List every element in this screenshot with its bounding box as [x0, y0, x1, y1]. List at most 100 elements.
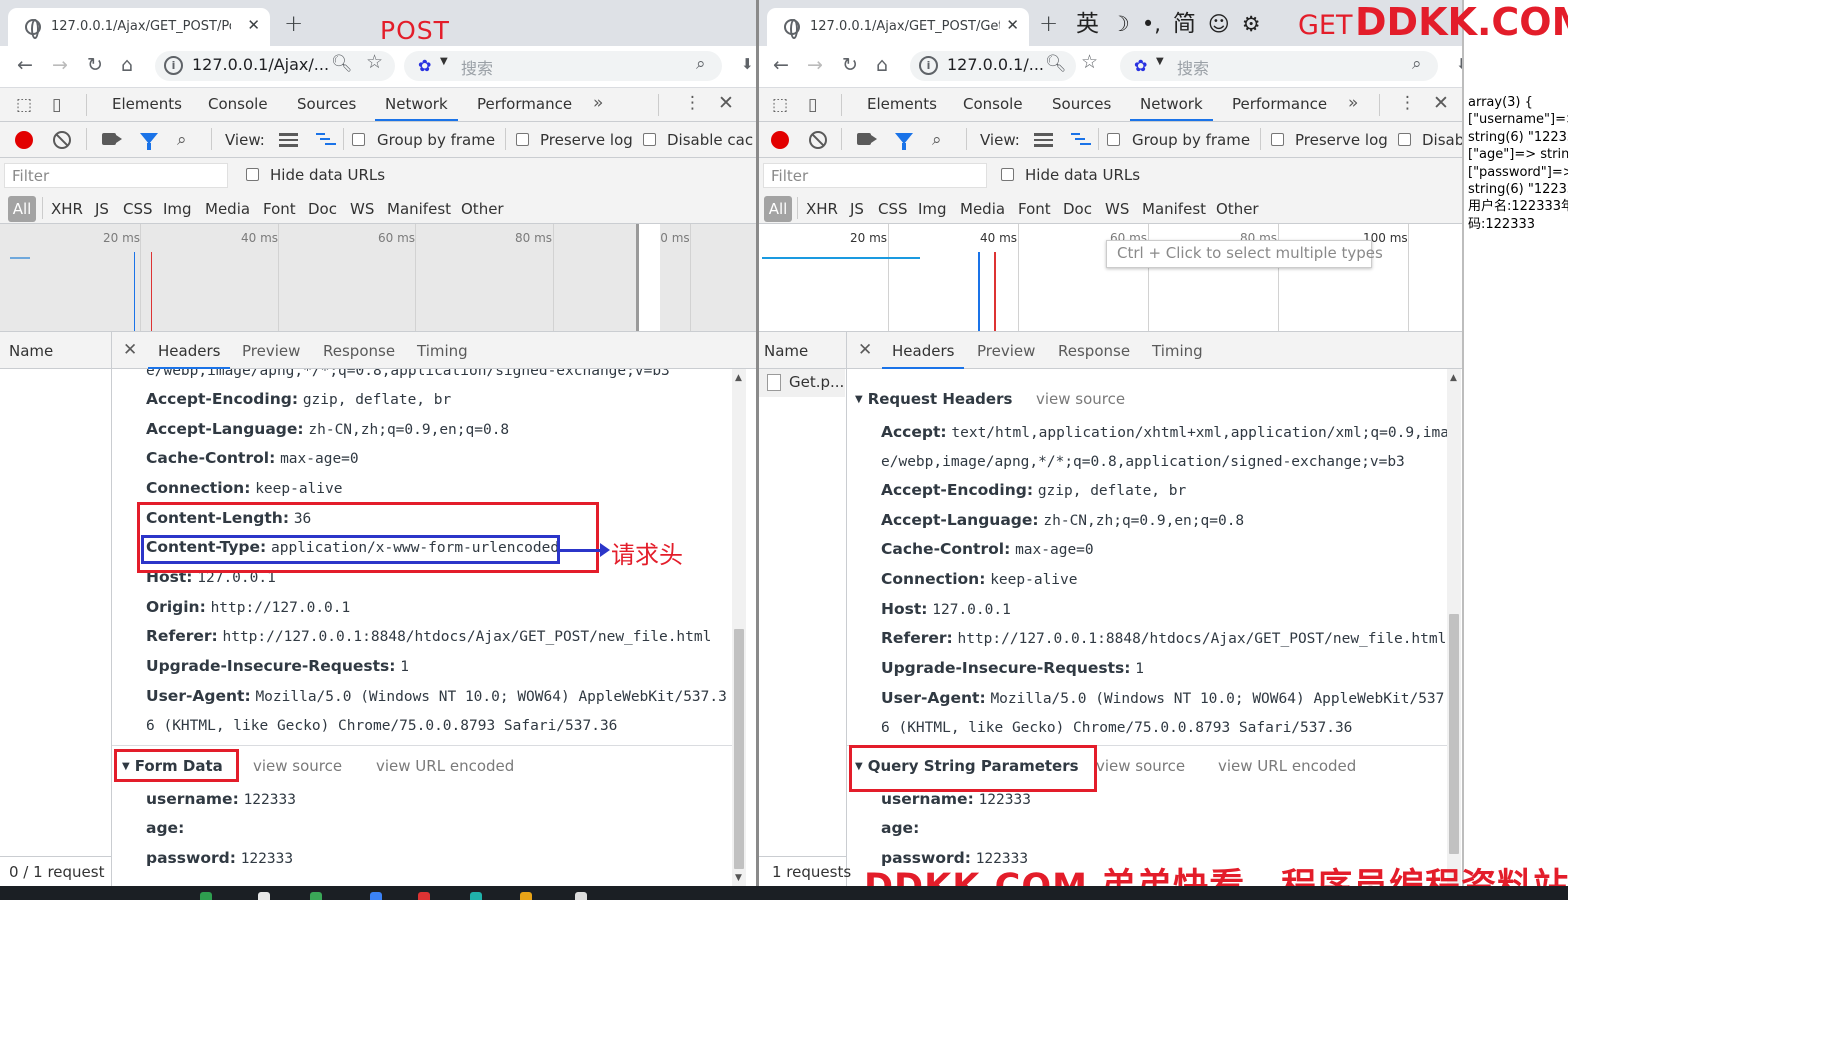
reload-button[interactable]: ↻ — [842, 54, 858, 76]
type-filter-js[interactable]: JS — [850, 200, 864, 218]
zoom-icon[interactable]: 🔍︎ — [331, 54, 353, 74]
zoom-icon[interactable]: 🔍︎ — [1045, 54, 1067, 74]
new-tab-button[interactable]: + — [1039, 11, 1058, 37]
devtools-tab-sources[interactable]: Sources — [297, 95, 356, 113]
new-tab-button[interactable]: + — [284, 11, 303, 37]
search-icon[interactable]: ⌕ — [177, 130, 187, 150]
forward-button[interactable]: → — [52, 54, 68, 76]
type-filter-other[interactable]: Other — [461, 200, 504, 218]
clear-icon[interactable] — [809, 131, 827, 149]
type-filter-doc[interactable]: Doc — [308, 200, 337, 218]
taskbar-app-icon[interactable] — [520, 892, 532, 900]
request-headers-section-toggle[interactable]: Request Headers — [855, 390, 1013, 408]
type-filter-all[interactable]: All — [764, 196, 792, 222]
request-row[interactable]: Get.p... — [759, 369, 845, 397]
filter-input[interactable]: Filter — [763, 163, 987, 188]
overview-waterfall-icon[interactable] — [316, 132, 336, 148]
close-detail-icon[interactable]: ✕ — [123, 340, 137, 360]
browser-tab[interactable]: 127.0.0.1/Ajax/GET_POST/Post ✕ — [8, 8, 270, 46]
name-column-header[interactable]: Name — [9, 342, 53, 360]
subtab-response[interactable]: Response — [323, 342, 395, 360]
subtab-timing[interactable]: Timing — [1152, 342, 1203, 360]
name-column-header[interactable]: Name — [764, 342, 808, 360]
bookmark-star-icon[interactable]: ☆ — [1081, 51, 1098, 73]
close-detail-icon[interactable]: ✕ — [858, 340, 872, 360]
hide-data-urls-checkbox[interactable] — [1001, 168, 1014, 181]
close-tab-icon[interactable]: ✕ — [1006, 16, 1019, 34]
clear-icon[interactable] — [53, 131, 71, 149]
ime-language-toggle[interactable]: 英 — [1076, 4, 1099, 38]
close-devtools-icon[interactable]: ✕ — [718, 92, 734, 114]
type-filter-all[interactable]: All — [8, 196, 36, 222]
filter-funnel-icon[interactable] — [895, 133, 913, 150]
taskbar-app-icon[interactable] — [310, 892, 322, 900]
close-tab-icon[interactable]: ✕ — [247, 16, 260, 34]
kebab-menu-icon[interactable]: ⋮ — [684, 93, 701, 113]
taskbar-app-icon[interactable] — [470, 892, 482, 900]
filter-funnel-icon[interactable] — [140, 133, 158, 150]
close-devtools-icon[interactable]: ✕ — [1433, 92, 1449, 114]
view-url-encoded-link[interactable]: view URL encoded — [376, 757, 514, 775]
view-source-link[interactable]: view source — [253, 757, 342, 775]
type-filter-ws[interactable]: WS — [1105, 200, 1129, 218]
taskbar-app-icon[interactable] — [258, 892, 270, 900]
view-source-link[interactable]: view source — [1036, 390, 1125, 408]
disable-cache-checkbox[interactable] — [1398, 133, 1411, 146]
taskbar-app-icon[interactable] — [418, 892, 430, 900]
view-source-link[interactable]: view source — [1096, 757, 1185, 775]
taskbar-app-icon[interactable] — [370, 892, 382, 900]
group-by-frame-checkbox[interactable] — [1107, 133, 1120, 146]
type-filter-css[interactable]: CSS — [123, 200, 153, 218]
taskbar-app-icon[interactable] — [575, 892, 587, 900]
smiley-icon[interactable]: ☺ — [1208, 12, 1230, 36]
network-overview-timeline[interactable]: 20 ms 40 ms 60 ms 80 ms 100 ms — [0, 224, 756, 332]
type-filter-doc[interactable]: Doc — [1063, 200, 1092, 218]
reload-button[interactable]: ↻ — [87, 54, 103, 76]
group-by-frame-checkbox[interactable] — [352, 133, 365, 146]
type-filter-font[interactable]: Font — [1018, 200, 1051, 218]
search-icon[interactable]: ⌕ — [932, 130, 942, 150]
type-filter-manifest[interactable]: Manifest — [1142, 200, 1206, 218]
device-toolbar-icon[interactable]: ▯ — [52, 95, 61, 115]
scrollbar-thumb[interactable] — [1449, 614, 1459, 854]
preserve-log-checkbox[interactable] — [516, 133, 529, 146]
type-filter-xhr[interactable]: XHR — [806, 200, 838, 218]
gear-icon[interactable]: ⚙ — [1242, 12, 1261, 36]
subtab-preview[interactable]: Preview — [977, 342, 1035, 360]
devtools-tab-network[interactable]: Network — [375, 95, 458, 121]
back-button[interactable]: ← — [17, 54, 33, 76]
forward-button[interactable]: → — [807, 54, 823, 76]
capture-screenshots-icon[interactable] — [102, 133, 122, 145]
type-filter-font[interactable]: Font — [263, 200, 296, 218]
filter-input[interactable]: Filter — [4, 163, 228, 188]
inspect-element-icon[interactable]: ⬚ — [16, 95, 32, 115]
type-filter-css[interactable]: CSS — [878, 200, 908, 218]
type-filter-other[interactable]: Other — [1216, 200, 1259, 218]
type-filter-ws[interactable]: WS — [350, 200, 374, 218]
record-icon[interactable] — [15, 131, 33, 149]
devtools-tab-elements[interactable]: Elements — [867, 95, 937, 113]
record-icon[interactable] — [771, 131, 789, 149]
large-rows-icon[interactable] — [279, 133, 298, 147]
subtab-headers[interactable]: Headers — [881, 342, 965, 369]
capture-screenshots-icon[interactable] — [857, 133, 877, 145]
devtools-tab-network[interactable]: Network — [1130, 95, 1213, 121]
scrollbar-thumb[interactable] — [734, 629, 744, 869]
devtools-tab-sources[interactable]: Sources — [1052, 95, 1111, 113]
download-icon[interactable]: ⬇ — [741, 55, 754, 73]
browser-tab[interactable]: 127.0.0.1/Ajax/GET_POST/Get... ✕ — [767, 8, 1029, 46]
devtools-tab-console[interactable]: Console — [208, 95, 268, 113]
more-tabs-icon[interactable]: » — [1348, 93, 1358, 113]
subtab-headers[interactable]: Headers — [147, 342, 231, 369]
device-toolbar-icon[interactable]: ▯ — [808, 95, 817, 115]
address-bar[interactable]: i 127.0.0.1/... 🔍︎ — [910, 51, 1076, 81]
hide-data-urls-checkbox[interactable] — [246, 168, 259, 181]
info-icon[interactable]: i — [919, 56, 938, 75]
kebab-menu-icon[interactable]: ⋮ — [1399, 93, 1416, 113]
large-rows-icon[interactable] — [1034, 133, 1053, 147]
subtab-timing[interactable]: Timing — [417, 342, 468, 360]
more-tabs-icon[interactable]: » — [593, 93, 603, 113]
home-button[interactable]: ⌂ — [121, 54, 133, 76]
vertical-scrollbar[interactable]: ▲ — [1447, 369, 1461, 886]
address-bar[interactable]: i 127.0.0.1/Ajax/... 🔍︎ — [155, 51, 395, 81]
